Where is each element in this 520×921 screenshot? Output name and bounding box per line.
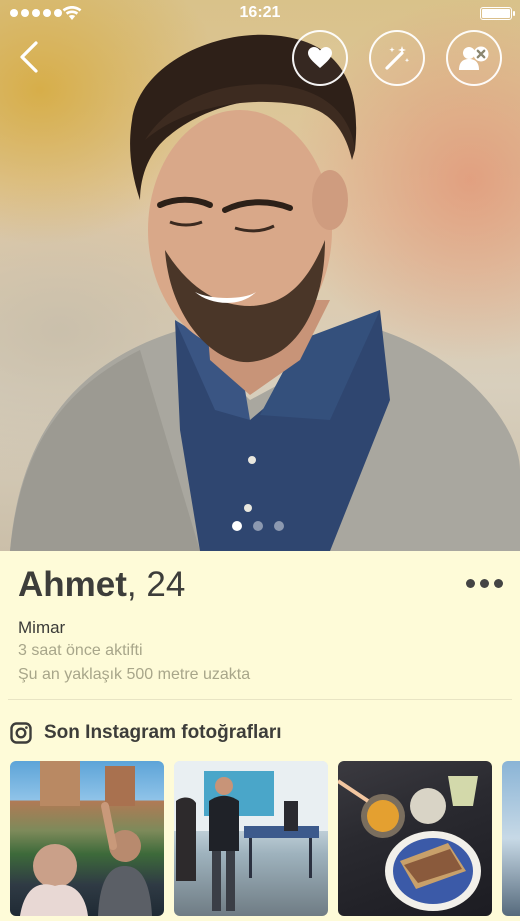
profile-photo[interactable] <box>0 0 520 551</box>
instagram-photo-2-image <box>174 761 328 911</box>
instagram-photo-1[interactable] <box>10 761 164 916</box>
distance-text: Şu an yaklaşık 500 metre uzakta <box>18 666 251 683</box>
block-user-button[interactable] <box>446 30 502 86</box>
instagram-section-title: Son Instagram fotoğrafları <box>44 722 282 743</box>
instagram-photo-3[interactable] <box>338 761 492 916</box>
instagram-photo-4[interactable] <box>502 761 520 916</box>
like-button[interactable] <box>292 30 348 86</box>
more-options-button[interactable] <box>466 579 503 588</box>
instagram-photo-2[interactable] <box>174 761 328 916</box>
last-active-text: 3 saat önce aktifti <box>18 642 143 659</box>
photo-page-dot-2[interactable] <box>253 521 263 531</box>
heart-icon <box>308 47 332 68</box>
instagram-photo-1-image <box>20 761 152 916</box>
instagram-photos-carousel[interactable] <box>10 761 520 916</box>
battery-icon <box>480 7 515 20</box>
instagram-photo-3-image <box>338 776 481 911</box>
profile-name: Ahmet <box>18 565 127 604</box>
photo-page-dot-3[interactable] <box>274 521 284 531</box>
profile-job: Mimar <box>18 618 66 637</box>
name-age: Ahmet, 24 <box>18 565 185 605</box>
more-dot-icon <box>466 579 475 588</box>
status-time: 16:21 <box>239 4 281 21</box>
back-button[interactable] <box>16 40 42 74</box>
photo-page-indicator[interactable] <box>232 521 284 531</box>
more-dot-icon <box>480 579 489 588</box>
user-block-icon <box>459 46 489 70</box>
magic-wand-button[interactable] <box>369 30 425 86</box>
name-separator: , <box>126 565 137 604</box>
more-dot-icon <box>494 579 503 588</box>
magic-wand-icon <box>385 46 410 70</box>
status-bar: 16:21 <box>0 0 520 28</box>
profile-age: 24 <box>146 565 186 604</box>
section-divider <box>8 699 512 700</box>
photo-page-dot-1[interactable] <box>232 521 242 531</box>
instagram-icon <box>10 722 32 744</box>
chevron-left-icon <box>20 41 38 73</box>
instagram-section-header: Son Instagram fotoğrafları <box>10 722 282 744</box>
profile-photo-person <box>10 34 520 551</box>
